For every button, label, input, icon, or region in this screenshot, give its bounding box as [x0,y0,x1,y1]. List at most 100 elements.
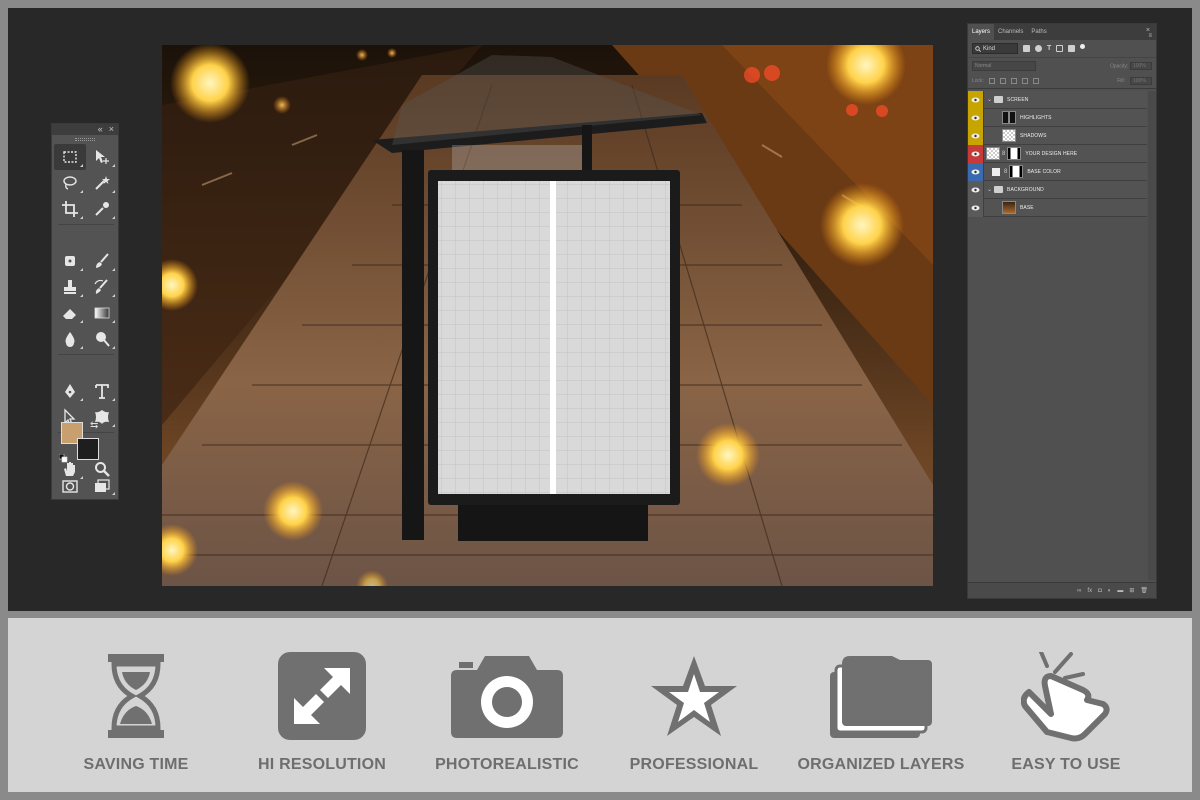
filter-toggle-icon[interactable] [1080,44,1086,49]
blend-mode-select[interactable]: Normal [972,60,1036,71]
quick-mask-tool[interactable] [54,474,86,498]
type-icon [95,384,109,399]
dodge-tool[interactable] [86,326,118,352]
lock-paint-icon[interactable] [999,77,1006,84]
layer-row-highlights[interactable]: HIGHLIGHTS [968,108,1147,127]
visibility-toggle[interactable] [968,126,984,145]
eye-icon [971,187,980,192]
layer-row-your-design-here[interactable]: 8 YOUR DESIGN HERE [968,144,1147,163]
layer-name: HIGHLIGHTS [1020,114,1052,121]
bus-shelter-mockup-image [162,45,933,586]
background-color-swatch[interactable] [77,438,99,460]
visibility-toggle[interactable] [968,144,984,163]
eye-icon [971,205,980,210]
tab-paths[interactable]: Paths [1027,24,1050,40]
visibility-toggle[interactable] [968,90,984,109]
camera-icon [451,656,563,738]
close-icon[interactable]: × [109,125,114,134]
drop-icon [65,332,75,347]
lock-pixels-icon[interactable] [988,77,995,84]
opacity-input[interactable]: 100% [1130,61,1152,70]
magic-wand-tool[interactable] [86,170,118,196]
pen-icon [65,384,75,398]
folder-icon [994,186,1004,193]
eyedropper-tool[interactable] [86,196,118,222]
new-layer-icon[interactable]: ⊞ [1129,587,1134,594]
filter-pixel-icon[interactable] [1023,45,1030,52]
dodge-icon [96,332,110,347]
layer-name: BASE [1020,204,1034,211]
feature-label: EASY TO USE [1011,756,1121,773]
layers-scrollbar[interactable] [1148,91,1156,580]
delete-layer-icon[interactable]: 🗑 [1140,587,1148,594]
add-mask-icon[interactable]: ◘ [1098,588,1102,594]
layer-name: SHADOWS [1020,132,1047,139]
lock-label: Lock: [972,77,984,84]
tab-layers[interactable]: Layers [968,24,995,40]
eye-icon [971,169,980,174]
lock-artboard-icon[interactable] [1021,77,1028,84]
visibility-toggle[interactable] [968,108,984,127]
visibility-toggle[interactable] [968,198,984,217]
lock-position-icon[interactable] [1010,77,1017,84]
panel-menu-icon[interactable]: ≡ [1148,33,1152,39]
move-tool[interactable] [86,144,118,170]
blur-tool[interactable] [54,326,86,352]
feature-strip: SAVING TIME HI RESOLUTION PHOTOREALISTIC [8,618,1192,792]
crop-icon [62,201,78,217]
opacity-label: Opacity: [1109,63,1129,70]
marquee-tool[interactable] [54,144,86,170]
visibility-toggle[interactable] [968,180,984,199]
layer-thumbnail [1002,111,1016,124]
chevron-down-icon[interactable]: ⌄ [987,96,992,103]
layer-list: ⌄ SCREEN HIGHLIGHTS SHADOWS 8 YOUR DESIG… [968,90,1147,217]
layer-style-icon[interactable]: fx [1087,588,1092,594]
filter-smart-object-icon[interactable] [1068,45,1076,52]
collapse-icon[interactable]: « [98,125,103,134]
filter-adjustment-icon[interactable] [1035,45,1042,52]
pen-tool[interactable] [54,378,86,404]
clone-stamp-tool[interactable] [54,274,86,300]
chain-link-icon[interactable]: 8 [1004,169,1007,175]
mask-thumbnail [1007,147,1022,160]
swap-colors-icon[interactable]: ⇆ [90,420,98,431]
document-canvas[interactable] [162,45,933,586]
layer-row-background[interactable]: ⌄ BACKGROUND [968,180,1147,199]
filter-type-icon[interactable]: T [1047,45,1051,52]
lasso-tool[interactable] [54,170,86,196]
tab-channels[interactable]: Channels [994,24,1027,40]
fill-input[interactable]: 100% [1130,76,1152,85]
feature-easy-to-use: EASY TO USE [981,652,1151,774]
layer-name: BACKGROUND [1007,186,1044,193]
feature-label: PROFESSIONAL [629,756,759,773]
brush-tool[interactable] [86,248,118,274]
link-layers-icon[interactable]: ∞ [1077,588,1081,594]
history-brush-tool[interactable] [86,274,118,300]
crop-tool[interactable] [54,196,86,222]
new-group-icon[interactable]: ▬ [1117,588,1123,594]
adjustment-layer-icon[interactable]: ◐ [1108,588,1112,594]
visibility-toggle[interactable] [968,162,984,181]
chain-link-icon[interactable]: 8 [1002,151,1005,157]
healing-brush-tool[interactable] [54,248,86,274]
type-tool[interactable] [86,378,118,404]
gradient-tool[interactable] [86,300,118,326]
eye-icon [971,115,980,120]
chevron-down-icon[interactable]: ⌄ [987,186,992,193]
layer-row-screen[interactable]: ⌄ SCREEN [968,90,1147,109]
tools-panel-titlebar[interactable]: « × [52,124,118,135]
hourglass-icon [108,654,164,738]
photoshop-workspace: « × ⇆ Layers Channels Paths × ≡ Kind T N… [8,8,1192,611]
filter-kind-select[interactable]: Kind [972,43,1018,54]
default-colors-icon[interactable] [58,450,68,463]
eraser-icon [63,309,76,319]
panel-grip[interactable] [52,135,118,144]
layer-row-base-color[interactable]: 8 BASE COLOR [968,162,1147,181]
layer-row-base[interactable]: BASE [968,198,1147,217]
filter-shape-icon[interactable] [1056,45,1064,52]
screen-mode-tool[interactable] [86,474,118,498]
eraser-tool[interactable] [54,300,86,326]
lock-all-icon[interactable] [1032,77,1039,84]
layer-name: YOUR DESIGN HERE [1025,150,1078,157]
layer-row-shadows[interactable]: SHADOWS [968,126,1147,145]
